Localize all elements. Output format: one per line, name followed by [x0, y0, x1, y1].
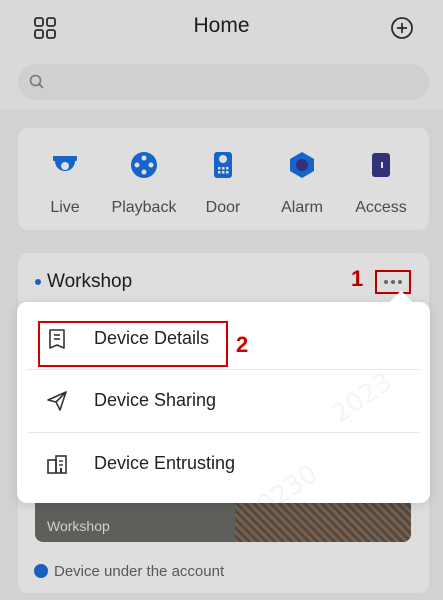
menu-item-label: Device Sharing [94, 390, 217, 410]
device-options-menu: 20230 2023 Device Details 2 Device Shari… [17, 290, 430, 503]
menu-item-label: Device Entrusting [94, 453, 236, 473]
building-icon [47, 455, 67, 474]
highlight-box [38, 321, 228, 367]
send-icon [47, 391, 67, 411]
step-marker-2: 2 [236, 332, 249, 357]
menu-item-device-sharing[interactable]: Device Sharing [17, 370, 430, 432]
menu-item-device-details[interactable]: Device Details 2 [17, 308, 430, 370]
menu-item-device-entrusting[interactable]: Device Entrusting [17, 433, 430, 495]
dim-overlay[interactable] [0, 0, 443, 600]
